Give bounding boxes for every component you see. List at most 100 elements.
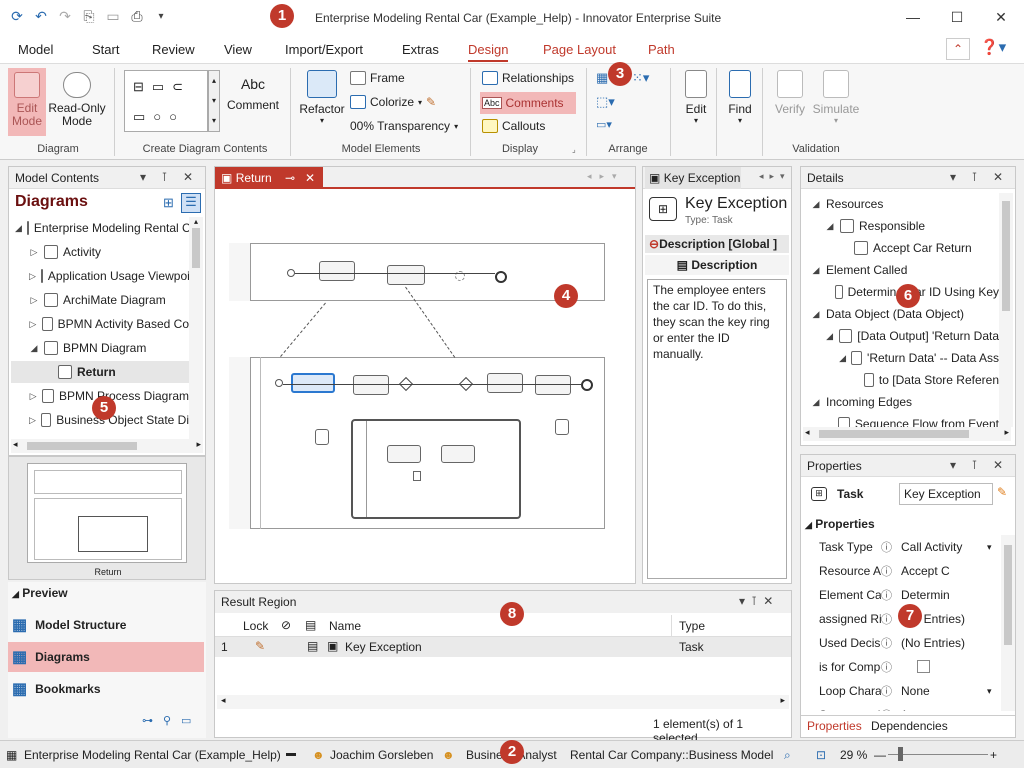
menu-extras[interactable]: Extras	[402, 42, 439, 57]
info-icon[interactable]: ⓘ	[881, 611, 897, 627]
property-row[interactable]: Element CalleⓘDetermin	[801, 583, 997, 607]
menu-import-export[interactable]: Import/Export	[285, 42, 363, 57]
selected-task-key-exception[interactable]	[291, 373, 335, 393]
expand-icon[interactable]: ◢	[825, 331, 834, 342]
edit-button[interactable]: Edit ▾	[680, 70, 712, 132]
find-button[interactable]: Find ▾	[722, 70, 758, 132]
comment-button[interactable]: Abc Comment	[224, 70, 282, 130]
relationships-button[interactable]: Relationships	[482, 71, 574, 85]
property-row[interactable]: Used Decisionⓘ(No Entries)	[801, 631, 997, 655]
task-node[interactable]	[319, 261, 355, 281]
tab-dependencies[interactable]: Dependencies	[867, 716, 953, 736]
order-icon[interactable]: ▭▾	[596, 118, 612, 131]
expand-icon[interactable]: ◢	[839, 353, 846, 364]
dropdown-icon[interactable]: ▾	[987, 542, 992, 553]
expand-icon[interactable]: ▷	[29, 391, 37, 402]
expand-icon[interactable]: ▷	[29, 295, 39, 306]
tree-item[interactable]: ◢ BPMN Diagram	[11, 337, 189, 359]
comments-toggle[interactable]: Abc Comments	[480, 92, 576, 114]
nav-footer-icons[interactable]: ⊶⚲▭	[142, 714, 201, 727]
customize-icon[interactable]: ▾	[152, 11, 170, 22]
task-node[interactable]	[387, 265, 425, 285]
pin-icon[interactable]: ⊸	[285, 171, 295, 185]
info-icon[interactable]: ⓘ	[881, 539, 897, 555]
zoom-slider[interactable]	[888, 754, 988, 755]
properties-section[interactable]: ◢ Properties	[805, 517, 875, 531]
description-global-header[interactable]: ⊖Description [Global ]	[645, 235, 789, 253]
property-value[interactable]: (No Entries)	[897, 636, 987, 650]
help-icon[interactable]: ❓▾	[980, 38, 1016, 60]
property-value[interactable]: Call Activity	[897, 540, 987, 554]
info-icon[interactable]: ⓘ	[881, 635, 897, 651]
expand-icon[interactable]: ◢	[811, 265, 821, 276]
details-hscrollbar[interactable]: ◂ ▸	[803, 427, 1011, 441]
description-textarea[interactable]: The employee enters the car ID. To do th…	[647, 279, 787, 579]
start-event[interactable]	[287, 269, 295, 277]
expand-icon[interactable]: ▷	[29, 319, 37, 330]
tab-nav-arrows[interactable]: ◂▸▾	[587, 171, 625, 182]
property-row[interactable]: Resource AssiⓘAccept C	[801, 559, 997, 583]
details-item[interactable]: ◢ Resources	[803, 193, 999, 215]
property-row[interactable]: Start quantityⓘ1	[801, 703, 997, 711]
shape-gallery-row-1[interactable]: ⊟▭⊂	[133, 79, 191, 95]
col-name[interactable]: Name	[329, 619, 361, 633]
paste-icon[interactable]: ▭	[104, 8, 122, 25]
frame-button[interactable]: Frame	[350, 71, 405, 85]
nav-diagrams[interactable]: ▦ Diagrams	[8, 642, 204, 672]
description-tab[interactable]: ▤ Description	[645, 255, 789, 275]
print-icon[interactable]: ⎙	[128, 8, 146, 25]
search-icon[interactable]: ⌕	[784, 748, 791, 763]
pen-icon[interactable]: ✎	[426, 95, 436, 109]
details-item[interactable]: Accept Car Return	[803, 237, 999, 259]
expand-icon[interactable]: ◢	[811, 199, 821, 210]
info-icon[interactable]: ⓘ	[881, 587, 897, 603]
property-row[interactable]: Task Type ⓘ Call Activity ▾	[801, 535, 997, 559]
panel-controls[interactable]: ▾⊺✕	[739, 594, 779, 608]
col-lock[interactable]: Lock	[243, 619, 268, 633]
task-node[interactable]	[535, 375, 571, 395]
details-item[interactable]: ◢ Element Called	[803, 259, 999, 281]
tree-item[interactable]: ▷ Application Usage Viewpoint	[11, 265, 189, 287]
task-node[interactable]	[487, 373, 523, 393]
menu-view[interactable]: View	[224, 42, 252, 57]
tab-properties[interactable]: Properties	[803, 716, 865, 736]
align-icon[interactable]: ▦	[596, 70, 608, 86]
bpmn-canvas[interactable]	[229, 239, 617, 529]
expand-icon[interactable]: ◢	[15, 223, 22, 234]
nav-bookmarks[interactable]: ▦ Bookmarks	[8, 674, 204, 704]
shape-gallery-row-2[interactable]: ▭○○	[133, 109, 185, 125]
dropdown-icon[interactable]: ▾	[987, 686, 992, 697]
expand-icon[interactable]: ▷	[29, 271, 36, 282]
read-only-mode-button[interactable]: Read-Only Mode	[48, 68, 106, 136]
expand-icon[interactable]: ◢	[825, 221, 835, 232]
task-node[interactable]	[441, 445, 475, 463]
end-event[interactable]	[495, 271, 507, 283]
property-value[interactable]: Determin	[897, 588, 987, 602]
end-event[interactable]	[581, 379, 593, 391]
properties-scrollbar[interactable]	[1001, 535, 1015, 711]
data-object[interactable]	[413, 471, 421, 481]
name-input[interactable]: Key Exception	[899, 483, 993, 505]
task-node[interactable]	[387, 445, 421, 463]
menu-design[interactable]: Design	[468, 42, 509, 62]
simulate-button[interactable]: Simulate ▾	[810, 70, 862, 132]
expand-icon[interactable]: ◢	[811, 309, 821, 320]
menu-review[interactable]: Review	[152, 42, 195, 57]
property-value[interactable]: 1	[897, 708, 987, 711]
tree-item[interactable]: ▷ BPMN Activity Based Co	[11, 313, 189, 335]
zoom-in-icon[interactable]: +	[990, 748, 997, 762]
minimize-button[interactable]: —	[892, 4, 934, 30]
panel-controls[interactable]: ▾ ⊺ ✕	[140, 170, 199, 184]
redo-icon[interactable]: ↷	[56, 8, 74, 25]
document-icon[interactable]: ▤	[305, 618, 316, 632]
size-icon[interactable]: ⬚▾	[596, 94, 615, 110]
data-store[interactable]	[555, 419, 569, 435]
info-icon[interactable]: ⓘ	[881, 683, 897, 699]
close-tab-icon[interactable]: ✕	[305, 171, 315, 185]
property-row[interactable]: is for Compenⓘ	[801, 655, 997, 679]
tab-nav-arrows[interactable]: ◂▸▾	[759, 171, 791, 182]
zoom-slider-thumb[interactable]	[898, 747, 903, 761]
subprocess[interactable]	[351, 419, 521, 519]
menu-model[interactable]: Model	[18, 42, 53, 57]
details-item[interactable]: Sequence Flow from Event	[803, 413, 999, 427]
